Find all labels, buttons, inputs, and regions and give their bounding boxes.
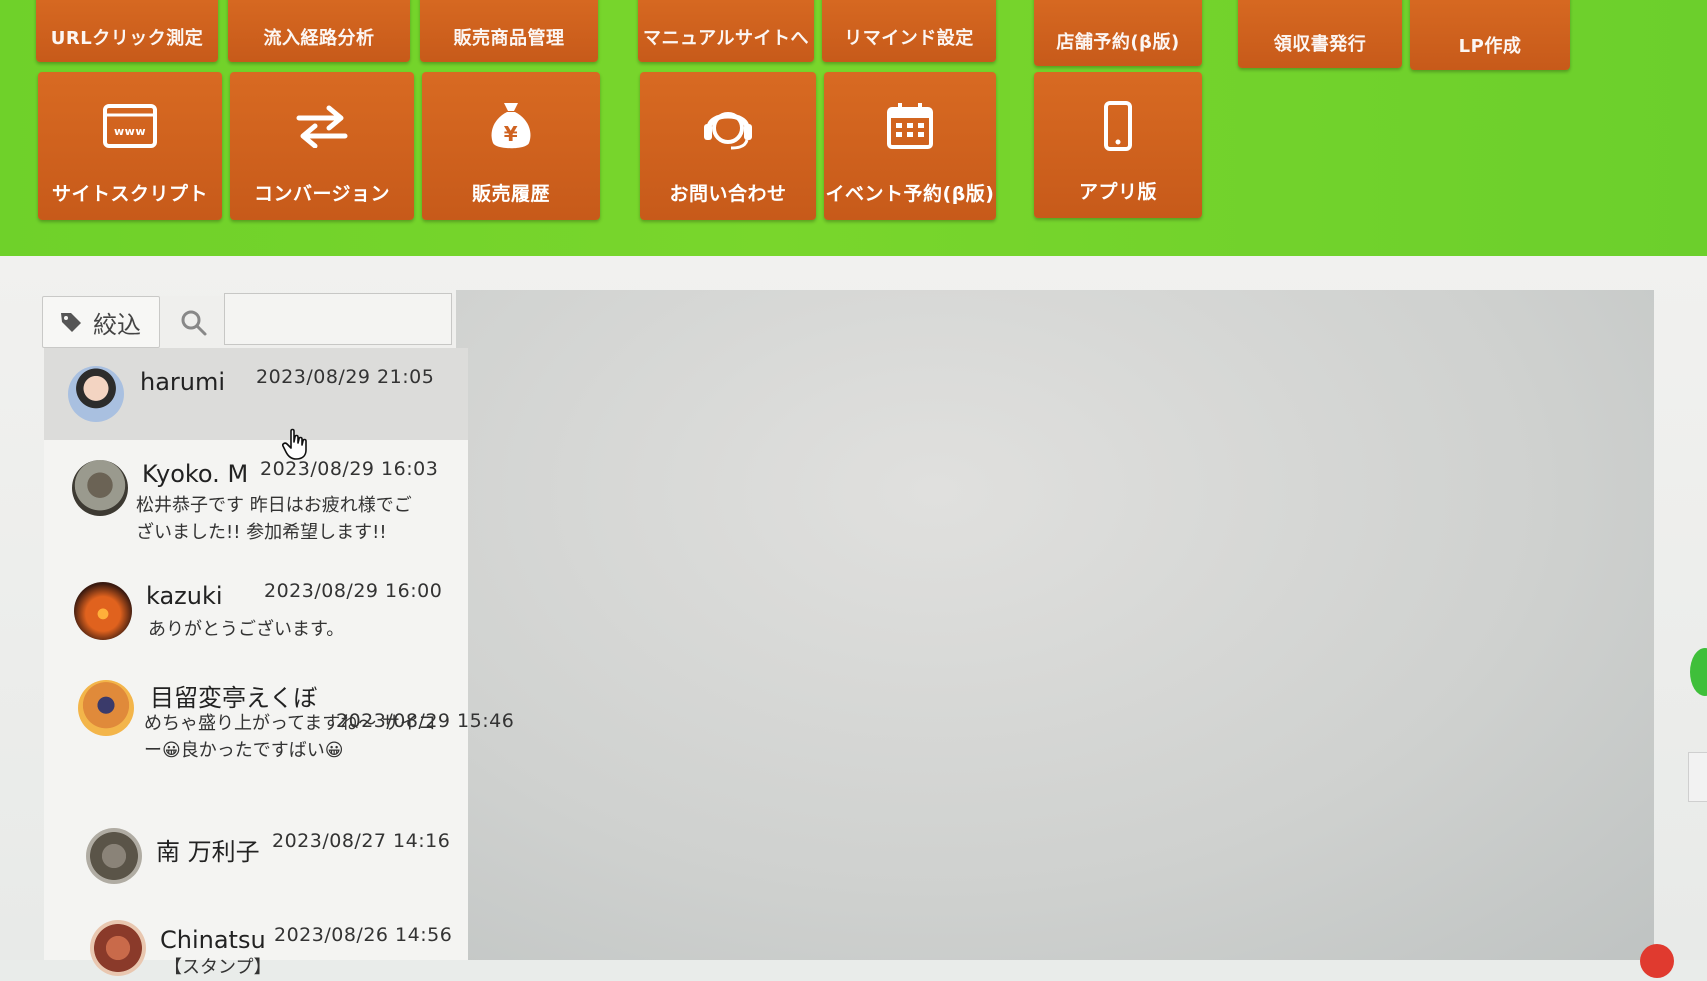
url-click-tracking-label: URLクリック測定 bbox=[50, 28, 204, 49]
avatar bbox=[68, 366, 124, 422]
search-input[interactable] bbox=[224, 293, 452, 345]
headset-icon bbox=[700, 98, 756, 154]
conversation-row[interactable]: kazuki 2023/08/29 16:00 ありがとうございます。 bbox=[44, 560, 468, 655]
receipt-issue-button[interactable]: 領収書発行 bbox=[1238, 0, 1402, 68]
lp-create-button[interactable]: LP作成 bbox=[1410, 0, 1570, 70]
conversation-row[interactable]: 南 万利子 2023/08/27 14:16 bbox=[44, 810, 468, 899]
message-preview: めちゃ盛り上がってますね〜 サイコー😀良かったですばい😀 bbox=[144, 713, 436, 761]
message-date: 2023/08/29 16:03 bbox=[260, 458, 439, 480]
message-date: 2023/08/27 14:16 bbox=[272, 830, 451, 852]
conversion-label: コンバージョン bbox=[253, 183, 391, 205]
product-management-label: 販売商品管理 bbox=[453, 28, 565, 49]
conversation-row[interactable]: Chinatsu 2023/08/26 14:56 【スタンプ】 bbox=[44, 898, 468, 978]
manual-site-label: マニュアルサイトへ bbox=[643, 28, 809, 49]
notification-badge bbox=[1640, 944, 1674, 978]
calendar-icon bbox=[882, 98, 938, 154]
conversation-row[interactable]: harumi 2023/08/29 21:05 bbox=[44, 348, 468, 441]
message-preview: 【スタンプ】 bbox=[164, 957, 272, 978]
event-reservation-button[interactable]: イベント予約(β版) bbox=[824, 72, 996, 220]
sales-history-label: 販売履歴 bbox=[471, 183, 550, 205]
avatar bbox=[86, 828, 142, 884]
swap-arrows-icon bbox=[294, 98, 350, 154]
traffic-source-analysis-button[interactable]: 流入経路分析 bbox=[228, 0, 410, 62]
money-bag-yen-icon: ¥ bbox=[483, 98, 539, 154]
receipt-issue-label: 領収書発行 bbox=[1273, 34, 1367, 55]
avatar bbox=[74, 582, 132, 640]
conversion-button[interactable]: コンバージョン bbox=[230, 72, 414, 220]
event-reservation-label: イベント予約(β版) bbox=[825, 183, 995, 205]
product-management-button[interactable]: 販売商品管理 bbox=[420, 0, 598, 62]
filter-button[interactable]: 絞込 bbox=[42, 296, 160, 348]
site-script-label: サイトスクリプト bbox=[51, 183, 208, 205]
svg-text:¥: ¥ bbox=[504, 122, 518, 146]
conversation-list: harumi 2023/08/29 21:05 Kyoko. M 2023/08… bbox=[44, 348, 514, 978]
message-date: 2023/08/29 21:05 bbox=[256, 366, 435, 388]
reminder-settings-button[interactable]: リマインド設定 bbox=[822, 0, 996, 62]
side-tab[interactable] bbox=[1688, 752, 1707, 802]
site-script-button[interactable]: www サイトスクリプト bbox=[38, 72, 222, 220]
conversation-row[interactable]: 目留変亭えくぼ 2023/08/29 15:46 めちゃ盛り上がってますね〜 サ… bbox=[44, 654, 514, 811]
message-date: 2023/08/26 14:56 bbox=[274, 924, 453, 946]
avatar bbox=[90, 920, 146, 976]
message-view-area bbox=[456, 290, 1654, 960]
message-preview: 松井恭子です 昨日はお疲れ様でございました!! 参加希望します!! bbox=[136, 495, 412, 543]
contact-name: 目留変亭えくぼ bbox=[150, 684, 318, 712]
message-preview: ありがとうございます。 bbox=[148, 619, 345, 640]
smartphone-icon bbox=[1090, 98, 1146, 154]
manual-site-button[interactable]: マニュアルサイトへ bbox=[638, 0, 814, 62]
filter-label: 絞込 bbox=[93, 310, 141, 339]
sales-history-button[interactable]: ¥ 販売履歴 bbox=[422, 72, 600, 220]
svg-text:www: www bbox=[114, 125, 146, 138]
message-date: 2023/08/29 16:00 bbox=[264, 580, 443, 602]
contact-name: 南 万利子 bbox=[156, 838, 260, 866]
url-click-tracking-button[interactable]: URLクリック測定 bbox=[36, 0, 218, 62]
avatar bbox=[78, 680, 134, 736]
search-icon[interactable] bbox=[180, 309, 208, 337]
avatar bbox=[72, 460, 128, 516]
reminder-settings-label: リマインド設定 bbox=[844, 28, 974, 49]
inquiry-button[interactable]: お問い合わせ bbox=[640, 72, 816, 220]
traffic-source-analysis-label: 流入経路分析 bbox=[263, 28, 375, 49]
conversation-row[interactable]: Kyoko. M 2023/08/29 16:03 松井恭子です 昨日はお疲れ様… bbox=[44, 440, 468, 561]
tag-icon bbox=[61, 313, 81, 332]
contact-name: kazuki bbox=[146, 582, 223, 610]
store-reservation-label: 店舗予約(β版) bbox=[1056, 32, 1180, 53]
browser-www-icon: www bbox=[102, 98, 158, 154]
store-reservation-button[interactable]: 店舗予約(β版) bbox=[1034, 0, 1202, 66]
app-version-label: アプリ版 bbox=[1078, 181, 1157, 203]
inquiry-label: お問い合わせ bbox=[669, 183, 787, 205]
contact-name: Kyoko. M bbox=[142, 460, 249, 488]
contact-name: Chinatsu bbox=[160, 926, 266, 954]
contact-name: harumi bbox=[140, 368, 226, 396]
hand-cursor-icon bbox=[282, 428, 307, 460]
lp-create-label: LP作成 bbox=[1458, 36, 1522, 57]
app-version-button[interactable]: アプリ版 bbox=[1034, 72, 1202, 218]
menu-header: URLクリック測定 流入経路分析 販売商品管理 マニュアルサイトへ リマインド設… bbox=[0, 0, 1707, 256]
